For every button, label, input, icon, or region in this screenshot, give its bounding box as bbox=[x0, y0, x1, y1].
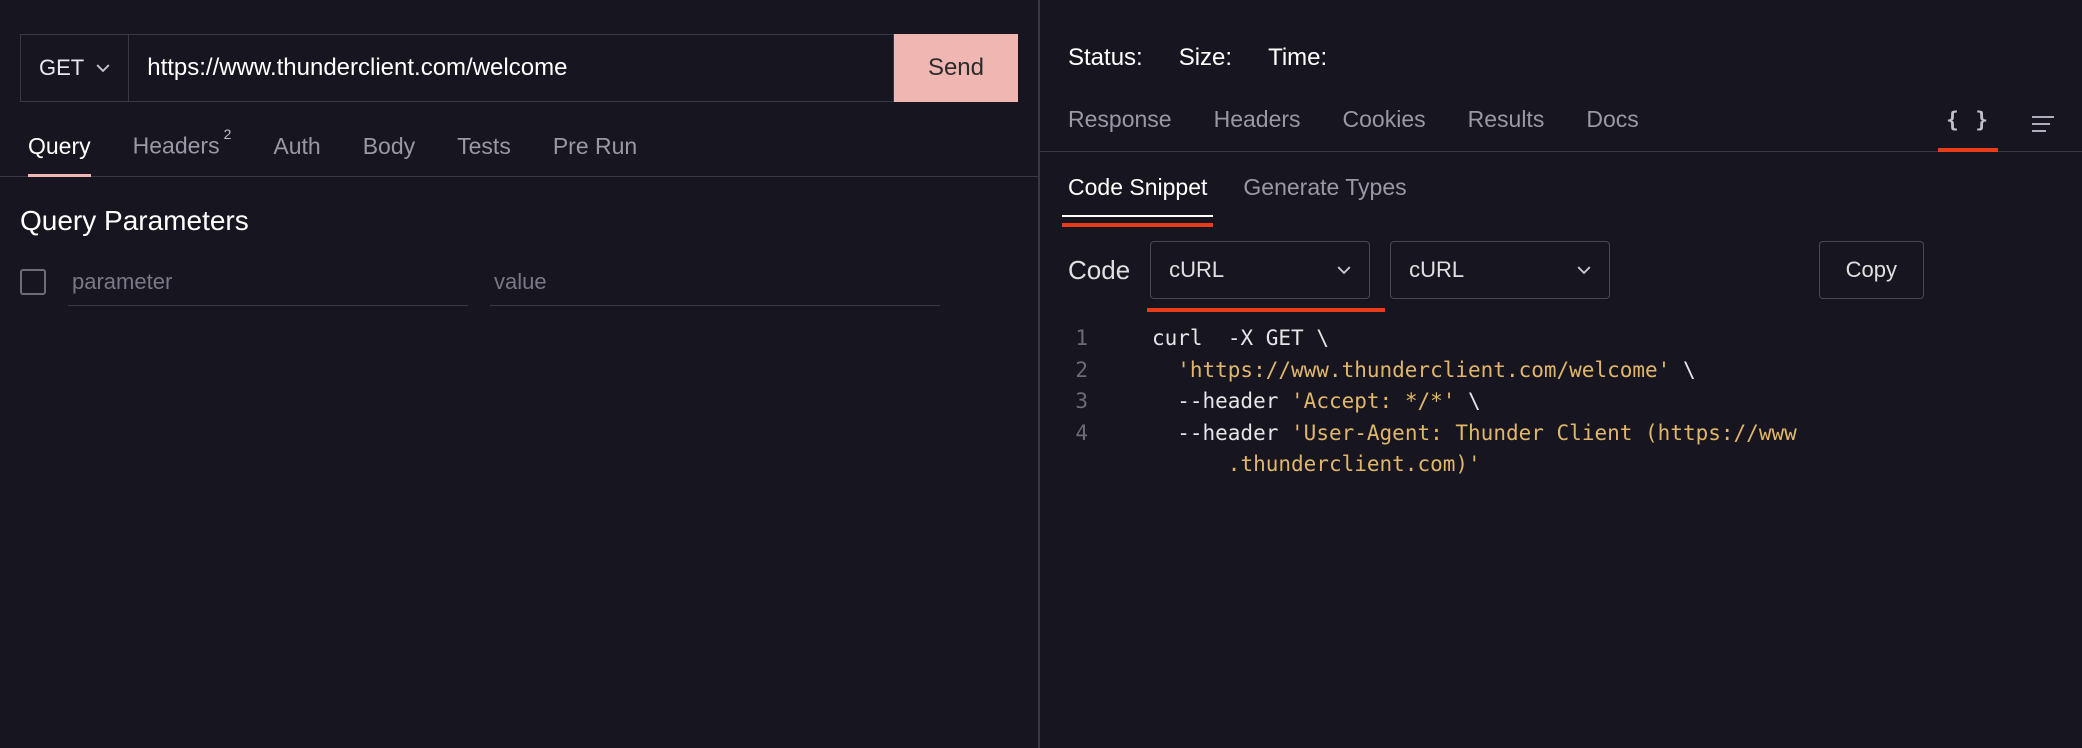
copy-button[interactable]: Copy bbox=[1819, 241, 1924, 299]
chevron-down-icon bbox=[1337, 263, 1351, 277]
request-tabs: Query Headers2 Auth Body Tests Pre Run bbox=[0, 102, 1038, 177]
tab-cookies[interactable]: Cookies bbox=[1343, 106, 1426, 151]
lines-view-button[interactable] bbox=[2032, 115, 2054, 151]
status-label: Status: bbox=[1068, 44, 1143, 72]
tab-headers-badge: 2 bbox=[224, 126, 232, 142]
chevron-down-icon bbox=[96, 61, 110, 75]
lines-icon bbox=[2032, 115, 2054, 133]
code-view-button[interactable]: { } bbox=[1946, 106, 1990, 151]
braces-icon: { } bbox=[1946, 108, 1990, 132]
tab-response[interactable]: Response bbox=[1068, 106, 1172, 151]
subtab-code-snippet[interactable]: Code Snippet bbox=[1068, 174, 1207, 215]
code-snippet-block[interactable]: 1 curl -X GET \ 2 'https://www.thundercl… bbox=[1040, 299, 2082, 481]
chevron-down-icon bbox=[1577, 263, 1591, 277]
code-line: 3 --header 'Accept: */*' \ bbox=[1068, 386, 2054, 418]
time-label: Time: bbox=[1268, 44, 1327, 72]
code-line: 4 --header 'User-Agent: Thunder Client (… bbox=[1068, 418, 2054, 450]
tab-docs[interactable]: Docs bbox=[1586, 106, 1638, 151]
http-method-select[interactable]: GET bbox=[20, 34, 129, 102]
query-parameters-title: Query Parameters bbox=[0, 177, 1038, 259]
subtab-generate-types[interactable]: Generate Types bbox=[1243, 174, 1406, 215]
code-variant-value: cURL bbox=[1409, 257, 1464, 283]
param-value-input[interactable] bbox=[490, 259, 940, 306]
code-subtabs: Code Snippet Generate Types bbox=[1040, 152, 2082, 215]
param-key-input[interactable] bbox=[68, 259, 468, 306]
tab-headers-label: Headers bbox=[133, 133, 220, 159]
tab-prerun[interactable]: Pre Run bbox=[553, 133, 637, 176]
tab-query[interactable]: Query bbox=[28, 133, 91, 176]
status-row: Status: Size: Time: bbox=[1040, 0, 2082, 72]
url-input[interactable] bbox=[129, 34, 894, 102]
code-language-value: cURL bbox=[1169, 257, 1224, 283]
send-button[interactable]: Send bbox=[894, 34, 1018, 102]
code-line: 2 'https://www.thunderclient.com/welcome… bbox=[1068, 355, 2054, 387]
tab-body[interactable]: Body bbox=[363, 133, 415, 176]
response-tabs: Response Headers Cookies Results Docs { … bbox=[1040, 72, 2082, 152]
tab-tests[interactable]: Tests bbox=[457, 133, 511, 176]
code-line: .thunderclient.com)' bbox=[1068, 449, 2054, 481]
tab-results[interactable]: Results bbox=[1468, 106, 1545, 151]
size-label: Size: bbox=[1179, 44, 1232, 72]
http-method-value: GET bbox=[39, 55, 84, 81]
code-language-select[interactable]: cURL bbox=[1150, 241, 1370, 299]
param-enable-checkbox[interactable] bbox=[20, 269, 46, 295]
param-row bbox=[0, 259, 1038, 306]
code-label: Code bbox=[1068, 255, 1130, 286]
code-variant-select[interactable]: cURL bbox=[1390, 241, 1610, 299]
tab-resp-headers[interactable]: Headers bbox=[1214, 106, 1301, 151]
tab-auth[interactable]: Auth bbox=[273, 133, 320, 176]
code-line: 1 curl -X GET \ bbox=[1068, 323, 2054, 355]
tab-headers[interactable]: Headers2 bbox=[133, 132, 232, 176]
